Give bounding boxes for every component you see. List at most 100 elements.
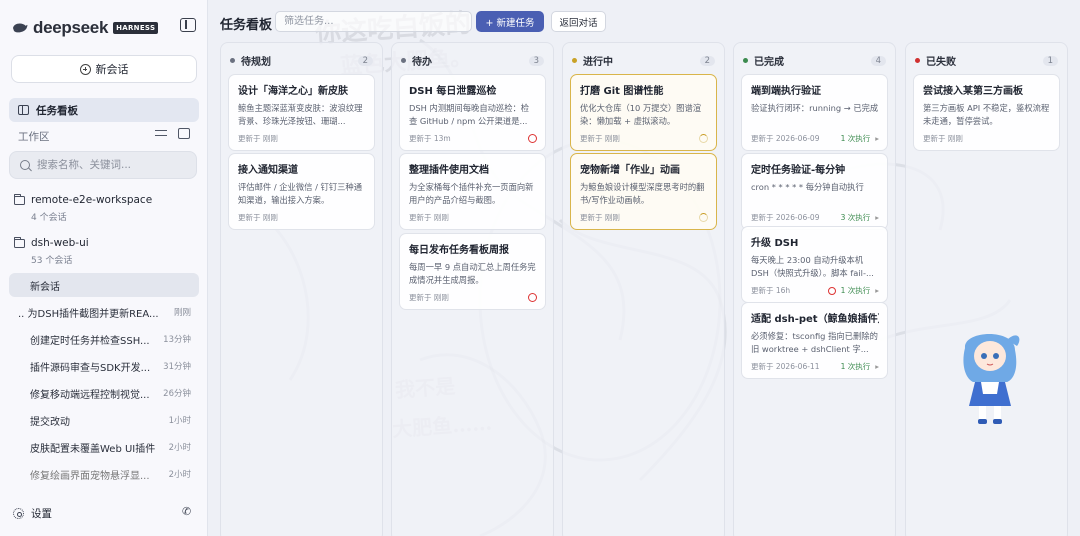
task-title: 端到端执行验证	[751, 86, 821, 97]
column-count: 2	[699, 55, 715, 66]
conversation-item[interactable]: 修复绘画界面宠物悬浮显... 2小时	[9, 462, 199, 486]
column-title: 已完成	[754, 57, 784, 68]
filter-input[interactable]	[276, 12, 471, 31]
search-icon	[20, 160, 30, 170]
spinner-icon	[699, 134, 708, 143]
sliders-icon[interactable]	[155, 128, 167, 139]
execution-count[interactable]: 1 次执行 ▸	[827, 285, 879, 296]
task-description: 必须修复：tsconfig 指向已删除的旧 worktree + dshClie…	[751, 331, 878, 354]
conversation-item[interactable]: 创建定时任务并检查SSH... 13分钟	[9, 327, 199, 351]
task-updated: 更新于 刚刚	[580, 134, 620, 143]
task-updated: 更新于 刚刚	[238, 213, 278, 222]
settings-button[interactable]: 设置	[13, 506, 52, 521]
column-title: 待办	[412, 57, 432, 68]
conversation-time: 26分钟	[163, 389, 191, 399]
alarm-clock-icon	[528, 293, 537, 302]
new-chat-button[interactable]: 新会话	[11, 55, 197, 83]
execution-count[interactable]: 1 次执行 ▸	[841, 133, 879, 144]
kanban-column-failed: 已失败 1 尝试接入某第三方画板 第三方画板 API 不稳定，鉴权流程未走通，暂…	[905, 42, 1068, 536]
status-dot-icon	[743, 58, 748, 63]
task-card[interactable]: 整理插件使用文档 为全家桶每个插件补充一页面向新用户的产品介绍与截图。 更新于 …	[399, 153, 546, 230]
task-description: 优化大仓库（10 万提交）图谱渲染：懒加载 + 虚拟滚动。	[580, 103, 702, 126]
workspace-item[interactable]: remote-e2e-workspace 4 个会话	[13, 193, 152, 223]
task-card[interactable]: 端到端执行验证 验证执行闭环：running → 已完成 更新于 2026-06…	[741, 74, 888, 151]
folder-plus-icon[interactable]	[178, 128, 190, 139]
task-description: 评估邮件 / 企业微信 / 钉钉三种通知渠道，输出接入方案。	[238, 182, 363, 205]
conversation-item[interactable]: 新会话	[9, 273, 199, 297]
task-description: DSH 内测期间每晚自动巡检：检查 GitHub / npm 公开渠道是...	[409, 103, 530, 126]
workspace-count: 53 个会话	[31, 256, 73, 266]
task-title: 接入通知渠道	[238, 165, 298, 176]
status-dot-icon	[915, 58, 920, 63]
task-updated: 更新于 2026-06-11	[751, 362, 820, 371]
status-dot-icon	[230, 58, 235, 63]
column-count: 2	[357, 55, 373, 66]
folder-open-icon	[13, 236, 25, 248]
sidebar: deepseek HARNESS 新会话 任务看板 工作区 remote-e2e…	[0, 0, 208, 536]
conversation-item[interactable]: 提交改动 1小时	[9, 408, 199, 432]
task-card[interactable]: 升级 DSH 每天晚上 23:00 自动升级本机 DSH（快照式升级）。脚本 f…	[741, 226, 888, 303]
execution-count[interactable]: 3 次执行 ▸	[841, 212, 879, 223]
conversation-item[interactable]: 修复移动端远程控制视觉... 26分钟	[9, 381, 199, 405]
column-title: 已失败	[926, 57, 956, 68]
task-title: 升级 DSH	[751, 238, 799, 249]
back-to-chat-button[interactable]: 返回对话	[551, 11, 606, 32]
column-header: 已完成 4	[743, 53, 886, 68]
task-card[interactable]: 尝试接入某第三方画板 第三方画板 API 不稳定，鉴权流程未走通，暂停尝试。 更…	[913, 74, 1060, 151]
settings-label: 设置	[31, 508, 52, 520]
spinner-icon	[699, 213, 708, 222]
brand-name: deepseek	[33, 18, 109, 37]
task-updated: 更新于 刚刚	[409, 213, 449, 222]
conversation-item[interactable]: .. 为DSH插件截图并更新REA... 刚刚	[9, 300, 199, 324]
task-card[interactable]: 打磨 Git 图谱性能 优化大仓库（10 万提交）图谱渲染：懒加载 + 虚拟滚动…	[570, 74, 717, 151]
gear-icon	[13, 508, 24, 519]
conversation-item[interactable]: 皮肤配置未覆盖Web UI插件 2小时	[9, 435, 199, 459]
sidebar-toggle-icon[interactable]	[180, 18, 196, 32]
task-updated: 更新于 刚刚	[409, 293, 449, 302]
brand: deepseek HARNESS	[12, 18, 159, 38]
task-card[interactable]: 设计「海洋之心」新皮肤 鲸鱼主题深蓝渐变皮肤：波浪纹理背景、珍珠光泽按钮、珊瑚.…	[228, 74, 375, 151]
phone-icon[interactable]: ✆	[182, 505, 191, 518]
brand-tag: HARNESS	[113, 22, 159, 34]
whale-girl-pet-mascot[interactable]	[955, 320, 1025, 430]
task-updated: 更新于 2026-06-09	[751, 213, 820, 222]
task-description: 为全家桶每个插件补充一页面向新用户的产品介绍与截图。	[409, 182, 534, 205]
kanban-column-planning: 待规划 2 设计「海洋之心」新皮肤 鲸鱼主题深蓝渐变皮肤：波浪纹理背景、珍珠光泽…	[220, 42, 383, 536]
task-description: 每天晚上 23:00 自动升级本机 DSH（快照式升级）。脚本 fail-...	[751, 255, 874, 278]
column-header: 已失败 1	[915, 53, 1058, 68]
conversation-time: 1小时	[168, 416, 191, 426]
plus-circle-icon	[79, 63, 91, 75]
task-title: 每日发布任务看板周报	[409, 245, 509, 256]
workspace-item[interactable]: dsh-web-ui 53 个会话	[13, 236, 89, 266]
column-count: 3	[528, 55, 544, 66]
status-dot-icon	[401, 58, 406, 63]
new-chat-label: 新会话	[95, 63, 129, 76]
column-header: 进行中 2	[572, 53, 715, 68]
task-filter	[275, 11, 472, 32]
sidebar-item-task-board[interactable]: 任务看板	[9, 98, 199, 122]
task-card[interactable]: 每日发布任务看板周报 每周一早 9 点自动汇总上周任务完成情况并生成周报。 更新…	[399, 233, 546, 310]
execution-count[interactable]: 1 次执行 ▸	[841, 361, 879, 372]
search-input[interactable]	[37, 159, 187, 171]
conversation-item[interactable]: 插件源码审查与SDK开发... 31分钟	[9, 354, 199, 378]
task-card[interactable]: 接入通知渠道 评估邮件 / 企业微信 / 钉钉三种通知渠道，输出接入方案。 更新…	[228, 153, 375, 230]
task-title: 整理插件使用文档	[409, 165, 489, 176]
new-task-button[interactable]: + 新建任务	[476, 11, 544, 32]
task-title: 设计「海洋之心」新皮肤	[238, 86, 348, 97]
search-box	[9, 151, 197, 179]
task-card[interactable]: 定时任务验证-每分钟 cron * * * * * 每分钟自动执行 更新于 20…	[741, 153, 888, 230]
task-updated: 更新于 刚刚	[238, 134, 278, 143]
conversation-title: 新会话	[30, 281, 60, 293]
conversation-title: 皮肤配置未覆盖Web UI插件	[30, 443, 156, 455]
task-card[interactable]: 宠物新增「作业」动画 为鲸鱼娘设计模型深度思考时的翻书/写作业动画帧。 更新于 …	[570, 153, 717, 230]
conversation-time: 13分钟	[163, 335, 191, 345]
column-header: 待办 3	[401, 53, 544, 68]
task-title: 定时任务验证-每分钟	[751, 165, 846, 176]
task-description: 每周一早 9 点自动汇总上周任务完成情况并生成周报。	[409, 262, 536, 285]
task-card[interactable]: 适配 dsh-pet（鲸鱼娘插件） 必须修复：tsconfig 指向已删除的旧 …	[741, 302, 888, 379]
task-description: 第三方画板 API 不稳定，鉴权流程未走通，暂停尝试。	[923, 103, 1050, 126]
workspace-count: 4 个会话	[31, 213, 67, 223]
task-card[interactable]: DSH 每日泄露巡检 DSH 内测期间每晚自动巡检：检查 GitHub / np…	[399, 74, 546, 151]
conversation-title: 提交改动	[30, 416, 70, 428]
task-updated: 更新于 16h	[751, 286, 791, 295]
